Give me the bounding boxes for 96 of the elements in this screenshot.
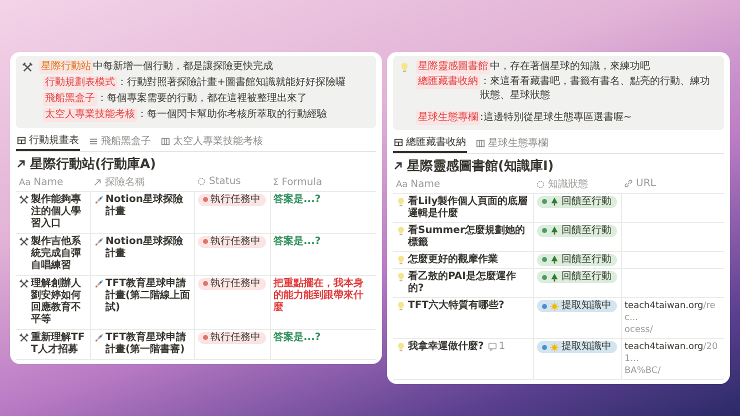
column-header: 探險名稱 [105, 176, 145, 189]
highlighted-label: 行動規劃表模式 [43, 76, 117, 90]
database-title: 星際靈感圖書館(知識庫I) [407, 158, 554, 175]
relation-link[interactable]: Notion星球探險計畫 [106, 194, 190, 218]
view-tab[interactable]: 行動規畫表 [16, 131, 80, 151]
rocket-icon [94, 236, 104, 246]
status-tag: 提取知識中 [536, 300, 616, 312]
column-type-icon: Aa [19, 178, 31, 188]
status-icon [197, 176, 206, 186]
hammer-pick-icon [19, 236, 29, 246]
rocket-icon [94, 194, 104, 204]
hammer-pick-icon [19, 332, 29, 342]
row-name: 看Summer怎麼規劃她的標籤 [408, 224, 526, 248]
row-name: 製作能夠專注的個人學習入口 [31, 194, 82, 230]
tree-icon [550, 226, 558, 235]
highlighted-label: 飛船黑盒子 [43, 92, 97, 106]
status-tag: 執行任務中 [198, 194, 266, 206]
formula-value: 答案是...? [274, 236, 321, 246]
rocket-icon [94, 332, 104, 342]
link-icon [624, 178, 633, 188]
formula-value: 答案是...? [274, 194, 321, 204]
url-link[interactable]: teach4taiwan.org/rec... ocess/ [624, 300, 721, 336]
column-header: Formula [282, 177, 322, 188]
relation-arrow-icon [93, 178, 102, 186]
tree-icon [550, 197, 558, 206]
column-header: 知識狀態 [548, 178, 588, 191]
status-tag: 提取知識中 [536, 341, 616, 353]
column-header: URL [636, 178, 656, 189]
column-type-icon: Aa [396, 180, 408, 190]
row-name: 看Lily製作個人頁面的底層邏輯是什麼 [408, 196, 529, 220]
status-tag: 回饋至行動 [536, 224, 616, 236]
list-icon [89, 136, 98, 146]
highlighted-label: 太空人專業技能考核 [43, 108, 137, 122]
board-icon [476, 138, 485, 148]
status-tag: 執行任務中 [198, 332, 266, 344]
callout-text: ：來這看看藏書吧，書籤有書名、點亮的行動、練功狀態、星球狀態 [480, 75, 711, 103]
lightbulb-icon [396, 254, 406, 264]
callout-text: ：每一個閃卡幫助你考核所萃取的行動經驗 [137, 108, 328, 122]
highlighted-label: 星際靈感圖書館 [416, 60, 490, 74]
view-tab[interactable]: 總匯藏書收納 [393, 133, 467, 153]
callout-text: ：每個專案需要的行動，都在這裡被整理出來了 [97, 92, 308, 106]
callout-text: 中，存在著個星球的知識，來練功吧 [490, 60, 651, 74]
column-header: Name [34, 177, 64, 188]
lightbulb-icon [396, 226, 406, 236]
relation-link[interactable]: TFT教育星球申請計畫(第一階書審) [106, 332, 190, 356]
status-tag: 回饋至行動 [536, 196, 616, 208]
row-name: 我拿幸運做什麼? [408, 341, 484, 353]
view-tab[interactable]: 星球生態專欄 [475, 133, 549, 153]
tree-icon [550, 272, 558, 282]
url-link[interactable]: teach4taiwan.org/201... BA%BC/ [624, 341, 721, 377]
sun-icon [550, 302, 558, 310]
database-title: 星際行動站(行動庫A) [30, 156, 156, 173]
hammer-pick-icon [22, 62, 33, 73]
row-name: 重新理解TFT人才招募 [31, 332, 86, 356]
column-type-icon: Σ [273, 178, 279, 188]
callout-text: 中每新增一個行動，都是讓探險更快完成 [93, 60, 274, 74]
relation-link[interactable]: TFT教育星球申請計畫(第二階線上面試) [106, 278, 190, 314]
hammer-pick-icon [19, 278, 29, 288]
row-name: TFT六大特質有哪些? [408, 300, 506, 312]
highlighted-label: 總匯藏書收納 [416, 75, 480, 89]
lightbulb-icon [396, 342, 406, 352]
row-name: 看乙敖的PAI是怎麼運作的? [408, 271, 517, 295]
table-icon [394, 138, 403, 146]
status-tag: 回饋至行動 [536, 254, 616, 266]
view-tab[interactable]: 太空人專業技能考核 [160, 131, 264, 151]
hammer-pick-icon [19, 194, 29, 204]
lightbulb-icon [399, 62, 410, 73]
status-tag: 執行任務中 [198, 236, 266, 248]
view-tab[interactable]: 飛船黑盒子 [88, 131, 152, 151]
sun-icon [550, 342, 558, 352]
lightbulb-icon [396, 272, 406, 282]
link-arrow-icon [16, 159, 26, 169]
board-icon [161, 136, 170, 146]
status-tag: 回饋至行動 [536, 271, 616, 283]
row-name: 製作吉他系統完成自彈自唱練習 [31, 236, 82, 272]
column-header: Name [410, 179, 440, 190]
relation-link[interactable]: Notion星球探險計畫 [106, 236, 190, 260]
formula-value: 把重點擺在，我本身的能力能到跟帶來什麼 [274, 278, 364, 312]
status-icon [536, 180, 545, 188]
callout-text: ：行動對照著探險計畫+圖書館知識就能好好探險囉 [117, 76, 346, 90]
row-name: 理解創辦人劉安婷如何回應教育不平等 [31, 278, 82, 326]
comment-count: 1 [498, 341, 506, 353]
column-header: Status [209, 176, 241, 187]
callout-text: :這邊特別從星球生態專區選書喔~ [480, 111, 633, 125]
rocket-icon [94, 278, 104, 288]
status-tag: 執行任務中 [198, 278, 266, 290]
highlighted-label: 星際行動站 [39, 60, 93, 74]
highlighted-label: 星球生態專欄 [416, 111, 480, 125]
row-name: 怎麼更好的觀摩作業 [408, 254, 499, 266]
lightbulb-icon [396, 301, 406, 311]
link-arrow-icon [393, 161, 403, 171]
tree-icon [550, 255, 558, 264]
formula-value: 答案是...? [274, 332, 321, 342]
table-icon [17, 136, 26, 144]
comment-icon [488, 342, 497, 351]
lightbulb-icon [396, 196, 406, 206]
